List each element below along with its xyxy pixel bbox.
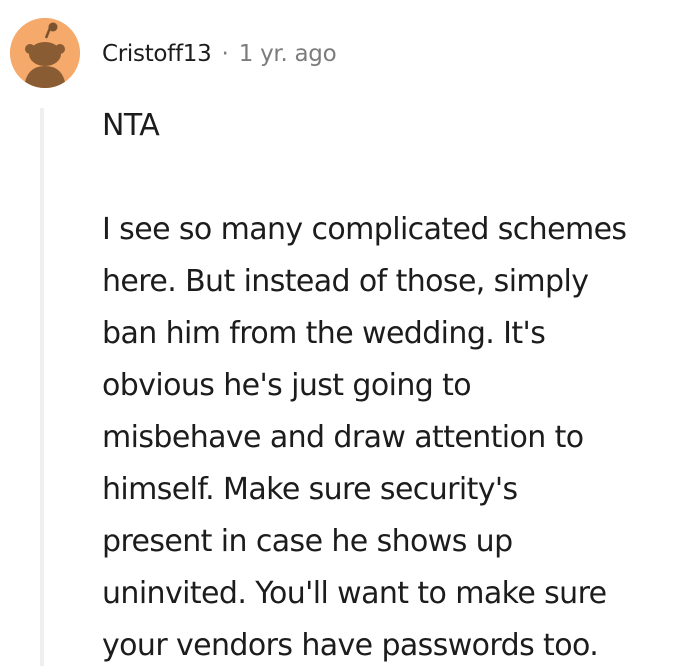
comment-line: himself. Make sure security's [102, 472, 518, 507]
comment-header: Cristoff13 · 1 yr. ago [102, 36, 337, 72]
username[interactable]: Cristoff13 [102, 41, 212, 67]
comment-body: NTA I see so many complicated schemes he… [102, 100, 700, 666]
comment-line: obvious he's just going to [102, 368, 472, 403]
comment-line: uninvited. You'll want to make sure [102, 576, 607, 611]
comment-line: present in case he shows up [102, 524, 513, 559]
comment-verdict: NTA [102, 108, 160, 143]
comment-line: misbehave and draw attention to [102, 420, 584, 455]
comment-line: your vendors have passwords too. [102, 628, 599, 663]
thread-line[interactable] [40, 108, 44, 666]
snoo-avatar-icon [10, 18, 80, 88]
comment-line: ban him from the wedding. It's [102, 316, 546, 351]
comment: Cristoff13 · 1 yr. ago NTA I see so many… [0, 0, 700, 666]
meta-separator: · [221, 41, 229, 67]
avatar[interactable] [10, 18, 80, 88]
comment-line: I see so many complicated schemes [102, 212, 627, 247]
comment-line: here. But instead of those, simply [102, 264, 589, 299]
timestamp[interactable]: 1 yr. ago [239, 41, 337, 67]
